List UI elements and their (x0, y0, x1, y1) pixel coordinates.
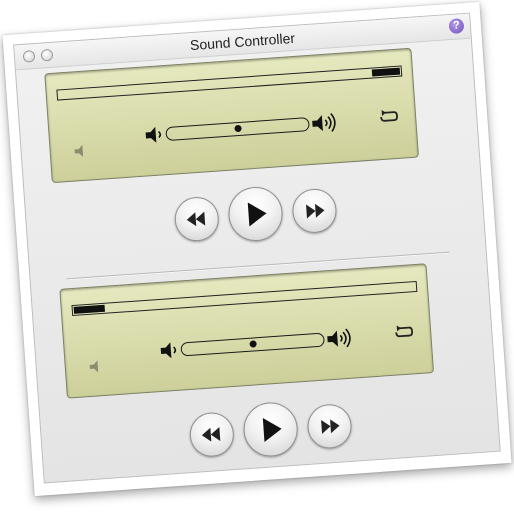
progress-fill (372, 67, 401, 77)
fast-forward-icon (306, 203, 325, 219)
repeat-icon[interactable] (379, 108, 400, 125)
rewind-button[interactable] (188, 411, 236, 459)
volume-high-icon[interactable] (311, 112, 338, 134)
volume-control (158, 325, 359, 363)
volume-low-icon[interactable] (158, 341, 181, 360)
volume-control (143, 110, 344, 148)
speaker-small-icon (74, 144, 84, 157)
progress-bar[interactable] (71, 280, 418, 317)
play-icon (262, 418, 282, 442)
progress-fill (73, 304, 105, 314)
volume-knob[interactable] (233, 124, 242, 133)
rewind-button[interactable] (173, 195, 221, 243)
lcd-display (59, 263, 435, 399)
play-button[interactable] (241, 400, 300, 459)
sound-controller-window: Sound Controller ? (13, 12, 501, 484)
play-icon (247, 202, 267, 227)
player-bottom (31, 259, 500, 490)
volume-low-icon[interactable] (143, 125, 166, 144)
fast-forward-icon (321, 419, 340, 434)
volume-high-icon[interactable] (326, 328, 353, 350)
screenshot-frame: Sound Controller ? (2, 1, 512, 497)
fast-forward-button[interactable] (291, 187, 338, 235)
speaker-small-icon (89, 360, 99, 373)
play-button[interactable] (226, 185, 285, 243)
progress-bar[interactable] (56, 65, 403, 101)
lcd-display (44, 47, 420, 184)
fast-forward-button[interactable] (306, 402, 354, 450)
transport-controls (25, 171, 484, 259)
rewind-icon (201, 427, 221, 442)
rewind-icon (186, 211, 206, 227)
repeat-icon[interactable] (394, 323, 415, 340)
volume-slider[interactable] (180, 332, 325, 357)
volume-slider[interactable] (165, 117, 310, 142)
transport-controls (40, 387, 499, 475)
volume-knob[interactable] (248, 340, 257, 348)
player-top (16, 44, 485, 275)
